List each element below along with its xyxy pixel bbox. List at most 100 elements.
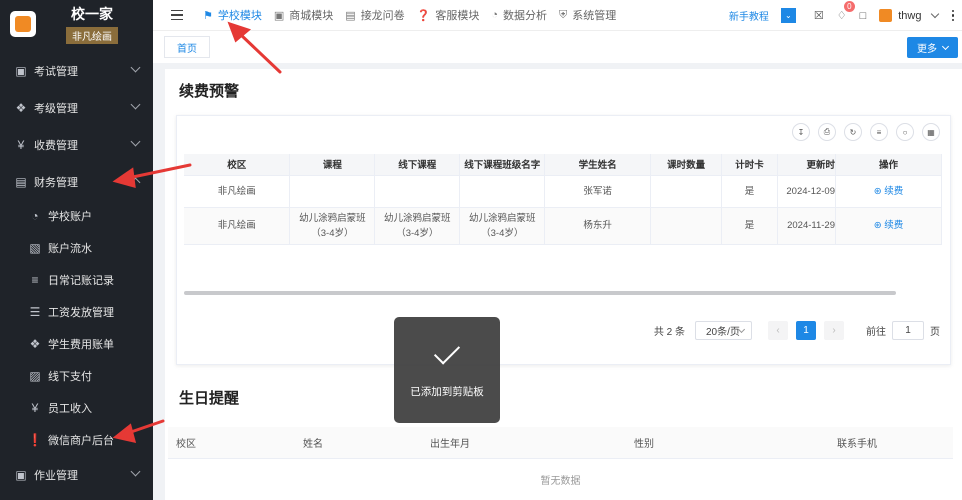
column-header[interactable]: 线下课程 [374,154,461,176]
tag-icon: ❖ [15,100,27,115]
renew-link[interactable]: ⊛ 续费 [874,220,904,231]
column-header[interactable]: 校区 [184,154,291,176]
chevron-down-icon [941,42,950,50]
table-row: 非凡绘画 张军诺 是 2024-12-09 ⊛ 续费 [184,175,942,208]
renew-icon: ⊛ [873,185,885,197]
help-icon: ❓ [416,9,431,22]
sidebar-item-payroll[interactable]: ☰ 工资发放管理 [0,296,153,328]
sidebar-item-wechat-merchant[interactable]: ❗ 微信商户后台 [0,424,153,456]
refresh-icon[interactable]: ↻ [844,123,862,141]
finance-submenu: ◔ 学校账户 ▧ 账户流水 ≡ 日常记账记录 ☰ 工资发放管理 ❖ 学生费用账单… [0,200,153,456]
toast-message: 已添加到剪贴板 [410,386,484,398]
menu-toggle-icon[interactable] [171,9,183,21]
sidebar-item-grading[interactable]: ❖ 考级管理 [0,89,153,126]
next-page-button[interactable]: › [824,321,844,340]
bank-icon: ▧ [29,241,41,255]
birthday-table: 校区 姓名 出生年月 性别 联系手机 暂无数据 [168,427,953,500]
dropdown-icon[interactable]: ⌄ [780,8,796,23]
nav-analytics[interactable]: ◔ 数据分析 [491,7,547,23]
column-header[interactable]: 性别 [626,427,829,459]
sidebar-item-homework[interactable]: ▣ 作业管理 [0,456,153,493]
sidebar-item-label: 微信商户后台 [48,435,114,447]
nav-label: 商城模块 [289,10,334,22]
column-header[interactable]: 线下课程班级名字 [459,154,546,176]
nav-shop-module[interactable]: ▣ 商城模块 [274,7,333,23]
download-icon[interactable]: ↧ [792,123,810,141]
cell-action: ⊛ 续费 [835,175,942,208]
nav-label: 客服模块 [435,10,480,22]
nav-service[interactable]: ❓ 客服模块 [417,7,480,23]
page-number-current[interactable]: 1 [796,321,816,340]
column-header[interactable]: 学生姓名 [544,154,652,176]
sidebar-item-fees[interactable]: ¥ 收费管理 [0,126,153,163]
chevron-down-icon[interactable] [930,9,939,19]
username[interactable]: thwg [898,10,921,22]
sidebar-item-label: 学校账户 [48,211,92,223]
nav-school-module[interactable]: ⚑ 学校模块 [203,7,262,23]
nav-survey[interactable]: ▤ 接龙问卷 [345,7,404,23]
sidebar-item-offline-pay[interactable]: ▨ 线下支付 [0,360,153,392]
sidebar-item-label: 作业管理 [34,469,78,482]
sidebar-item-label: 员工收入 [48,403,92,415]
sidebar-item-label: 收费管理 [34,139,78,152]
chevron-down-icon [130,136,141,147]
tab-home[interactable]: 首页 [164,36,210,58]
briefcase-icon: ▣ [15,467,27,482]
nav-system[interactable]: ⛨ 系统管理 [559,7,616,23]
sidebar-item-finance[interactable]: ▤ 财务管理 [0,163,153,200]
book-icon[interactable]: □ [860,10,867,22]
lock-icon[interactable]: ☒ [814,9,824,22]
horizontal-scrollbar[interactable] [184,291,896,295]
cell-timer: 是 [721,175,779,208]
column-header[interactable]: 课时数量 [650,154,723,176]
nav-label: 系统管理 [572,10,617,22]
sidebar-item-exam[interactable]: ▣ 考试管理 [0,52,153,89]
avatar[interactable] [879,9,893,22]
chevron-up-icon [130,177,141,188]
sidebar-item-label: 工资发放管理 [48,307,114,319]
more-button-label: 更多 [917,44,937,55]
sidebar-item-daily-records[interactable]: ≡ 日常记账记录 [0,264,153,296]
goto-page-input[interactable]: 1 [892,321,924,340]
sidebar-item-label: 考试管理 [34,65,78,78]
column-header[interactable]: 姓名 [295,427,422,459]
brand-logo [10,11,36,37]
goto-label: 前往 [866,327,886,338]
column-header: 操作 [835,154,942,176]
sidebar-item-student-bills[interactable]: ❖ 学生费用账单 [0,328,153,360]
sidebar-item-staff-income[interactable]: ¥ 员工收入 [0,392,153,424]
print-icon[interactable]: ⎙ [818,123,836,141]
column-header[interactable]: 联系手机 [829,427,953,459]
renew-label: 续费 [884,220,904,231]
chevron-down-icon [130,99,141,110]
sidebar-item-label: 账户流水 [48,243,92,255]
notification-badge: 0 [844,1,855,12]
brand-title: 校一家 [71,6,113,22]
renew-icon: ⊛ [873,220,885,231]
column-header[interactable]: 校区 [168,427,295,459]
more-button[interactable]: 更多 [907,37,958,58]
sidebar-item-label: 财务管理 [34,176,78,189]
prev-page-button[interactable]: ‹ [768,321,788,340]
cell-offline [374,175,461,208]
renewal-title: 续费预警 [179,83,240,100]
column-header[interactable]: 出生年月 [422,427,626,459]
sidebar-item-account-flow[interactable]: ▧ 账户流水 [0,232,153,264]
column-header[interactable]: 计时卡 [721,154,779,176]
cell-course [289,175,376,208]
ledger-icon: ▤ [15,174,27,189]
page-size-select[interactable]: 20条/页 [695,321,752,340]
column-header[interactable]: 课程 [289,154,376,176]
yen-icon: ¥ [31,401,39,415]
columns-icon[interactable]: ▦ [922,123,940,141]
renew-link[interactable]: ⊛ 续费 [874,186,904,197]
sidebar-item-school-account[interactable]: ◔ 学校账户 [0,200,153,232]
search-icon[interactable]: ○ [896,123,914,141]
column-header[interactable]: 更新时 [777,154,836,176]
alert-icon: ❗ [27,433,43,447]
more-vertical-icon[interactable] [951,9,954,22]
birthday-title: 生日提醒 [179,390,240,407]
filter-icon[interactable]: ≡ [870,123,888,141]
bell-icon[interactable]: ♢ 0 [837,1,855,22]
tutorial-link[interactable]: 新手教程 [729,8,769,23]
